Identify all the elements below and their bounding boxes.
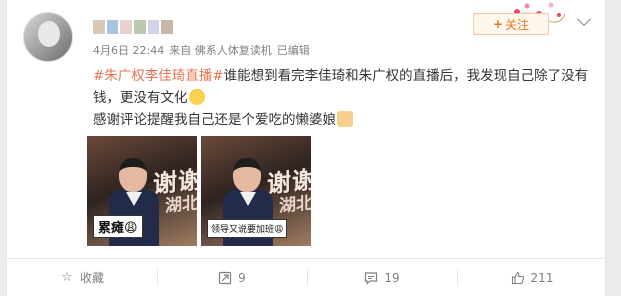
post-meta: 4月6日 22:44 来自 佛系人体复读机 已编辑 — [93, 42, 315, 58]
favorite-button[interactable]: ☆ 收藏 — [7, 259, 157, 296]
comment-button[interactable]: 19 — [307, 259, 457, 296]
edited-label[interactable]: 已编辑 — [277, 44, 310, 57]
follow-label: 关注 — [505, 17, 530, 32]
action-bar: ☆ 收藏 9 19 211 — [7, 259, 607, 296]
post-image-2[interactable]: 谢谢 湖北 领导又说要加班😩 — [201, 136, 311, 246]
repost-icon — [218, 271, 232, 285]
like-count: 211 — [530, 270, 554, 285]
star-icon: ☆ — [61, 269, 73, 285]
comment-count: 19 — [384, 270, 400, 285]
image-banner-text-2: 湖北 — [165, 193, 197, 217]
plus-icon: + — [492, 17, 504, 31]
image-caption: 累瘫😩 — [93, 215, 143, 238]
post-image-1[interactable]: 谢谢 湖北 累瘫😩 — [87, 136, 197, 246]
username-block — [120, 20, 133, 34]
like-button[interactable]: 211 — [457, 259, 607, 296]
chevron-down-icon[interactable] — [576, 11, 592, 27]
username-block — [147, 20, 160, 34]
follow-button[interactable]: + 关注 — [473, 13, 549, 35]
post-date[interactable]: 4月6日 22:44 — [93, 44, 164, 57]
username-blurred[interactable] — [93, 20, 174, 36]
person-head — [233, 158, 261, 192]
broom-emoji-icon — [337, 111, 353, 127]
post-line-1: #朱广权李佳琦直播#谁能想到看完李佳琦和朱广权的直播后，我发现自己除了没有钱，更… — [93, 65, 593, 109]
post-source[interactable]: 来自 佛系人体复读机 — [169, 44, 272, 57]
post-line-2-text: 感谢评论提醒我自己还是个爱吃的懒婆娘 — [93, 112, 336, 128]
image-banner-text-2: 湖北 — [279, 193, 311, 217]
username-block — [161, 20, 174, 34]
thumbs-up-icon — [511, 271, 525, 285]
repost-count: 9 — [238, 270, 246, 285]
person-head — [119, 158, 147, 192]
hashtag-link[interactable]: #朱广权李佳琦直播# — [93, 68, 224, 84]
favorite-label: 收藏 — [79, 271, 104, 285]
username-block — [106, 20, 119, 34]
post-text: #朱广权李佳琦直播#谁能想到看完李佳琦和朱广权的直播后，我发现自己除了没有钱，更… — [93, 65, 593, 131]
avatar[interactable] — [23, 12, 73, 62]
repost-button[interactable]: 9 — [157, 259, 307, 296]
image-caption: 领导又说要加班😩 — [207, 219, 288, 238]
username-block — [93, 20, 105, 34]
weibo-post-card: 4月6日 22:44 来自 佛系人体复读机 已编辑 + 关注 #朱广权李佳琦直播#谁… — [6, 0, 607, 296]
comment-icon — [364, 271, 378, 285]
username-block — [134, 20, 146, 34]
post-line-2: 感谢评论提醒我自己还是个爱吃的懒婆娘 — [93, 109, 593, 131]
laugh-emoji-icon — [188, 89, 205, 105]
